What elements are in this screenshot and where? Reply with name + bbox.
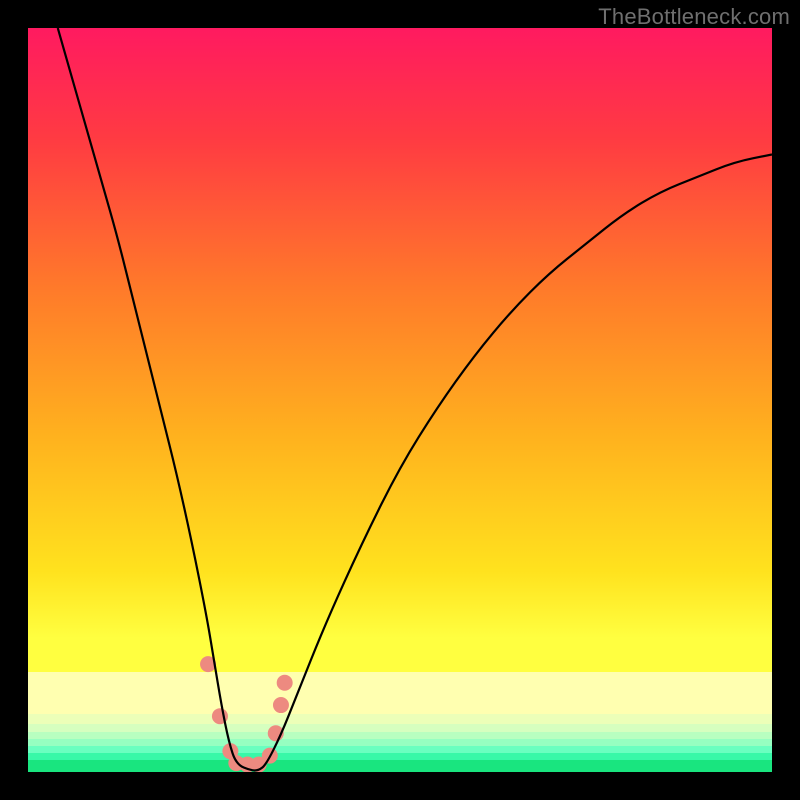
band	[28, 746, 772, 753]
band	[28, 753, 772, 760]
band	[28, 724, 772, 732]
green-bands	[28, 672, 772, 772]
band	[28, 672, 772, 714]
band	[28, 714, 772, 724]
band	[28, 732, 772, 739]
band	[28, 760, 772, 772]
heat-gradient-background	[28, 28, 772, 772]
plot-area	[28, 28, 772, 772]
outer-frame: TheBottleneck.com	[0, 0, 800, 800]
band	[28, 739, 772, 746]
watermark-text: TheBottleneck.com	[598, 4, 790, 30]
